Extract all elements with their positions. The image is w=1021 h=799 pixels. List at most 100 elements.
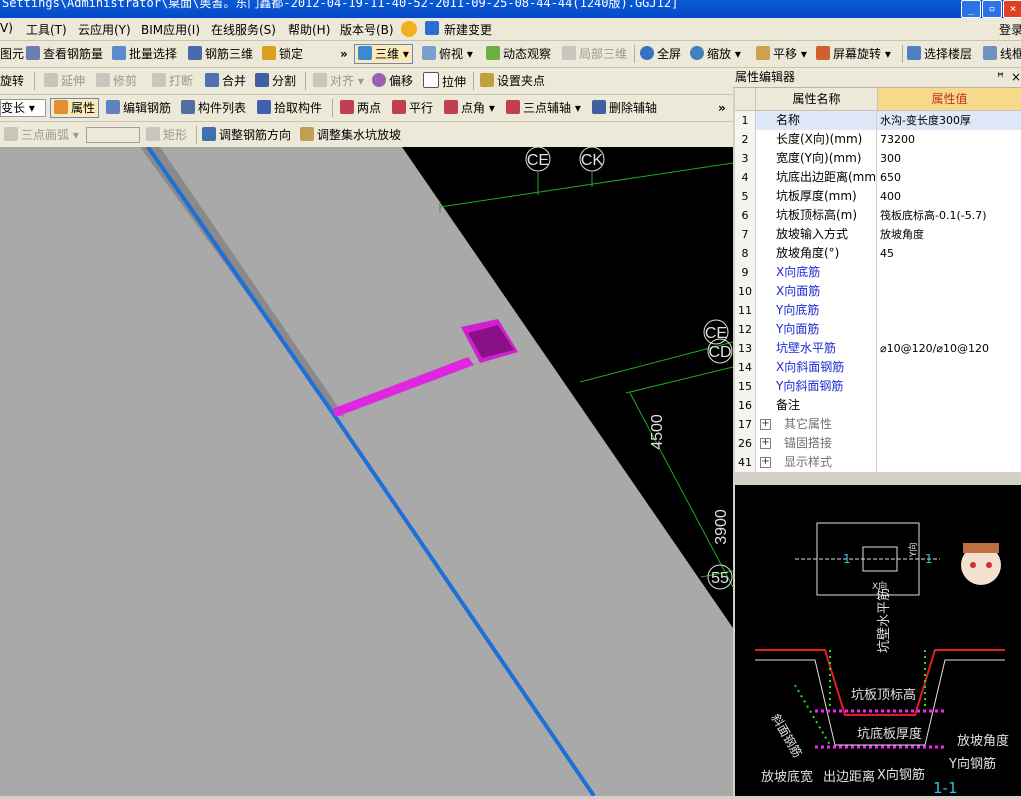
local-3d-button[interactable]: 局部三维 (562, 45, 627, 63)
split-button[interactable]: 分割 (255, 72, 296, 90)
property-row[interactable]: 1 名称 水沟-变长度300厚 (735, 111, 1021, 131)
offset-button[interactable]: 偏移 (372, 72, 413, 90)
element-type-select[interactable]: 变长 ▾ (0, 99, 46, 117)
close-panel-icon[interactable]: × (1011, 68, 1021, 87)
property-row[interactable]: 8 放坡角度(°) 45 (735, 244, 1021, 264)
property-value[interactable] (878, 301, 1021, 320)
3d-view-button[interactable]: 三维 ▾ (354, 44, 413, 64)
property-row[interactable]: 17 其它属性 + (735, 415, 1021, 435)
fullscreen-button[interactable]: 全屏 (640, 45, 681, 63)
orbit-button[interactable]: 动态观察 (486, 45, 551, 63)
three-point-axis-button[interactable]: 三点辅轴 ▾ (506, 99, 581, 117)
draw-mode-select[interactable] (86, 127, 140, 143)
element-list-button[interactable]: 构件列表 (181, 99, 246, 117)
property-value[interactable]: 放坡角度 (878, 225, 1021, 244)
rebar-3d-button[interactable]: 钢筋三维 (188, 45, 253, 63)
edit-rebar-button[interactable]: 编辑钢筋 (106, 99, 171, 117)
stretch-button[interactable]: 拉伸 (423, 72, 466, 90)
minimize-button[interactable]: _ (961, 0, 981, 18)
pick-element-button[interactable]: 拾取构件 (257, 99, 322, 117)
property-row[interactable]: 5 坑板厚度(mm) 400 (735, 187, 1021, 207)
menu-online-service[interactable]: 在线服务(S) (211, 21, 276, 38)
set-grip-button[interactable]: 设置夹点 (480, 72, 545, 90)
property-row[interactable]: 6 坑板顶标高(m) 筏板底标高-0.1(-5.7) (735, 206, 1021, 226)
login-link[interactable]: 登录 (999, 21, 1021, 38)
expand-icon[interactable]: + (760, 457, 771, 468)
menu-new-change[interactable]: 新建变更 (444, 21, 492, 38)
property-value[interactable] (878, 263, 1021, 282)
property-row[interactable]: 16 备注 (735, 396, 1021, 416)
maximize-button[interactable]: ▫ (982, 0, 1002, 18)
batch-select-button[interactable]: 批量选择 (112, 45, 177, 63)
property-value[interactable]: 水沟-变长度300厚 (878, 111, 1021, 130)
property-value[interactable] (878, 415, 1021, 434)
property-value[interactable] (878, 320, 1021, 339)
drawing-canvas[interactable]: CE CK CE CD 4500 3900 55 (0, 147, 733, 796)
menu-bim[interactable]: BIM应用(I) (141, 21, 200, 38)
property-row[interactable]: 4 坑底出边距离(mm) 650 (735, 168, 1021, 188)
property-value[interactable] (878, 282, 1021, 301)
trim-button[interactable]: 修剪 (96, 72, 137, 90)
property-row[interactable]: 2 长度(X向)(mm) 73200 (735, 130, 1021, 150)
rectangle-button[interactable]: 矩形 (146, 126, 187, 144)
pan-button[interactable]: 平移 ▾ (756, 45, 807, 63)
property-value[interactable]: ⌀10@120/⌀10@120 (878, 339, 1021, 358)
property-value[interactable]: 300 (878, 149, 1021, 168)
break-button[interactable]: 打断 (152, 72, 193, 90)
property-row[interactable]: 13 坑壁水平筋 ⌀10@120/⌀10@120 (735, 339, 1021, 359)
property-row[interactable]: 26 锚固搭接 + (735, 434, 1021, 454)
rotate-button[interactable]: 旋转 (0, 72, 24, 90)
three-point-arc-button[interactable]: 三点画弧 ▾ (4, 126, 79, 144)
pin-icon[interactable]: ꟸ (997, 68, 1004, 87)
property-row[interactable]: 15 Y向斜面钢筋 (735, 377, 1021, 397)
menu-help[interactable]: 帮助(H) (288, 21, 330, 38)
menu-cloud[interactable]: 云应用(Y) (78, 21, 131, 38)
select-floor-button[interactable]: 选择楼层 (907, 45, 972, 63)
property-row[interactable]: 41 显示样式 + (735, 453, 1021, 473)
adjust-rebar-direction-button[interactable]: 调整钢筋方向 (202, 126, 291, 144)
property-value[interactable]: 45 (878, 244, 1021, 263)
property-row[interactable]: 10 X向面筋 (735, 282, 1021, 302)
property-value[interactable]: 400 (878, 187, 1021, 206)
toolbar1-overflow[interactable]: » (340, 45, 348, 63)
menu-view[interactable]: V) (0, 21, 13, 35)
window-title: Settings\Administrator\桌面\奥耆。东门鑫都-2012-0… (2, 0, 679, 10)
property-value[interactable] (878, 434, 1021, 453)
property-row[interactable]: 9 X向底筋 (735, 263, 1021, 283)
element-button[interactable]: 图元 (0, 45, 24, 63)
parallel-axis-button[interactable]: 平行 (392, 99, 433, 117)
property-value[interactable] (878, 358, 1021, 377)
property-value[interactable]: 筏板底标高-0.1(-5.7) (878, 206, 1021, 225)
zoom-button[interactable]: 缩放 ▾ (690, 45, 741, 63)
menu-tools[interactable]: 工具(T) (26, 21, 67, 38)
two-point-axis-button[interactable]: 两点 (340, 99, 381, 117)
top-view-button[interactable]: 俯视 ▾ (422, 45, 473, 63)
merge-button[interactable]: 合并 (205, 72, 246, 90)
view-rebar-qty-button[interactable]: 查看钢筋量 (26, 45, 103, 63)
property-button[interactable]: 属性 (50, 98, 100, 118)
property-row[interactable]: 3 宽度(Y向)(mm) 300 (735, 149, 1021, 169)
lock-button[interactable]: 锁定 (262, 45, 303, 63)
close-button[interactable]: × (1003, 0, 1021, 18)
property-value[interactable] (878, 396, 1021, 415)
delete-axis-button[interactable]: 删除辅轴 (592, 99, 657, 117)
property-value[interactable] (878, 377, 1021, 396)
toolbar3-overflow[interactable]: » (718, 99, 726, 117)
property-value[interactable]: 650 (878, 168, 1021, 187)
screen-rotate-button[interactable]: 屏幕旋转 ▾ (816, 45, 891, 63)
extend-button[interactable]: 延伸 (44, 72, 85, 90)
point-angle-axis-button[interactable]: 点角 ▾ (444, 99, 495, 117)
property-row[interactable]: 11 Y向底筋 (735, 301, 1021, 321)
property-value[interactable]: 73200 (878, 130, 1021, 149)
expand-icon[interactable]: + (760, 419, 771, 430)
property-value[interactable] (878, 453, 1021, 472)
adjust-sump-slope-button[interactable]: 调整集水坑放坡 (300, 126, 401, 144)
wireframe-button[interactable]: 线框 (983, 45, 1021, 63)
menu-version[interactable]: 版本号(B) (340, 21, 394, 38)
mascot-icon[interactable] (401, 21, 417, 37)
property-row[interactable]: 12 Y向面筋 (735, 320, 1021, 340)
expand-icon[interactable]: + (760, 438, 771, 449)
align-button[interactable]: 对齐 ▾ (313, 72, 364, 90)
property-row[interactable]: 7 放坡输入方式 放坡角度 (735, 225, 1021, 245)
property-row[interactable]: 14 X向斜面钢筋 (735, 358, 1021, 378)
